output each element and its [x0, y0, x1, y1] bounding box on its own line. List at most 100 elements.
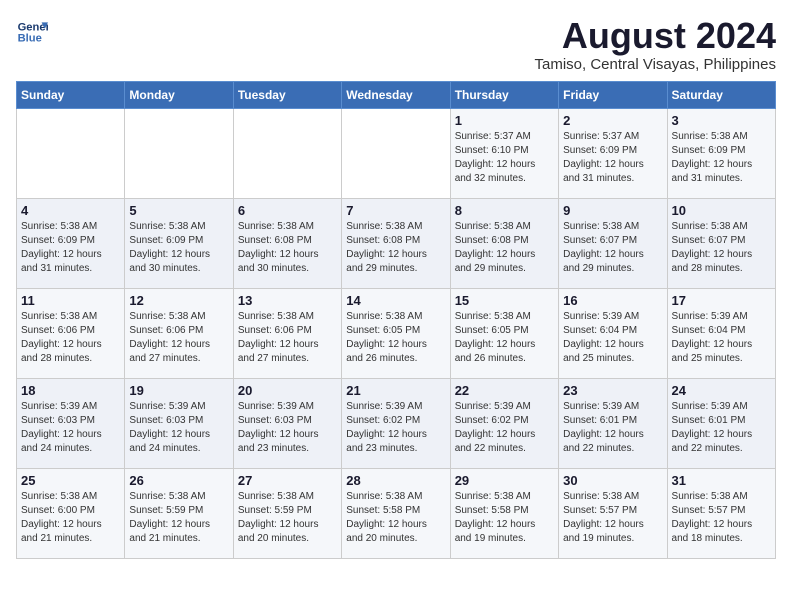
calendar-cell: 22 Sunrise: 5:39 AM Sunset: 6:02 PM Dayli…	[450, 378, 558, 468]
calendar-cell: 1Sunrise: 5:37 AM Sunset: 6:10 PM Daylig…	[450, 108, 558, 198]
day-info: Sunrise: 5:39 AM Sunset: 6:03 PM Dayligh…	[238, 400, 337, 456]
day-number: 23	[563, 383, 662, 398]
calendar-week-row: 18 Sunrise: 5:39 AM Sunset: 6:03 PM Dayli…	[17, 378, 776, 468]
day-info: Sunrise: 5:38 AM Sunset: 6:05 PM Dayligh…	[455, 310, 554, 366]
calendar-cell: 16 Sunrise: 5:39 AM Sunset: 6:04 PM Dayli…	[559, 288, 667, 378]
day-info: Sunrise: 5:39 AM Sunset: 6:04 PM Dayligh…	[672, 310, 771, 366]
day-header-tuesday: Tuesday	[233, 81, 341, 108]
day-number: 12	[129, 293, 228, 308]
day-info: Sunrise: 5:38 AM Sunset: 6:09 PM Dayligh…	[21, 220, 120, 276]
calendar-cell	[125, 108, 233, 198]
calendar-cell: 31Sunrise: 5:38 AM Sunset: 5:57 PM Dayli…	[667, 468, 775, 558]
day-number: 6	[238, 203, 337, 218]
day-info: Sunrise: 5:39 AM Sunset: 6:01 PM Dayligh…	[563, 400, 662, 456]
day-number: 5	[129, 203, 228, 218]
calendar-week-row: 11 Sunrise: 5:38 AM Sunset: 6:06 PM Dayli…	[17, 288, 776, 378]
day-number: 3	[672, 113, 771, 128]
day-info: Sunrise: 5:37 AM Sunset: 6:10 PM Dayligh…	[455, 130, 554, 186]
calendar-cell: 6Sunrise: 5:38 AM Sunset: 6:08 PM Daylig…	[233, 198, 341, 288]
day-number: 24	[672, 383, 771, 398]
title-area: August 2024 Tamiso, Central Visayas, Phi…	[534, 16, 776, 73]
day-number: 16	[563, 293, 662, 308]
day-number: 26	[129, 473, 228, 488]
day-number: 9	[563, 203, 662, 218]
day-header-sunday: Sunday	[17, 81, 125, 108]
day-info: Sunrise: 5:38 AM Sunset: 5:57 PM Dayligh…	[563, 490, 662, 546]
calendar-cell: 21Sunrise: 5:39 AM Sunset: 6:02 PM Dayli…	[342, 378, 450, 468]
calendar-cell: 30 Sunrise: 5:38 AM Sunset: 5:57 PM Dayli…	[559, 468, 667, 558]
calendar-table: SundayMondayTuesdayWednesdayThursdayFrid…	[16, 81, 776, 559]
calendar-cell: 15 Sunrise: 5:38 AM Sunset: 6:05 PM Dayli…	[450, 288, 558, 378]
day-number: 22	[455, 383, 554, 398]
logo: General Blue General Blue	[16, 16, 48, 48]
calendar-cell: 3 Sunrise: 5:38 AM Sunset: 6:09 PM Daylig…	[667, 108, 775, 198]
calendar-header-row: SundayMondayTuesdayWednesdayThursdayFrid…	[17, 81, 776, 108]
day-number: 15	[455, 293, 554, 308]
day-number: 2	[563, 113, 662, 128]
day-number: 30	[563, 473, 662, 488]
calendar-cell: 13Sunrise: 5:38 AM Sunset: 6:06 PM Dayli…	[233, 288, 341, 378]
calendar-cell: 9 Sunrise: 5:38 AM Sunset: 6:07 PM Daylig…	[559, 198, 667, 288]
day-number: 27	[238, 473, 337, 488]
day-header-monday: Monday	[125, 81, 233, 108]
day-info: Sunrise: 5:39 AM Sunset: 6:02 PM Dayligh…	[455, 400, 554, 456]
day-number: 14	[346, 293, 445, 308]
day-number: 17	[672, 293, 771, 308]
day-info: Sunrise: 5:39 AM Sunset: 6:04 PM Dayligh…	[563, 310, 662, 366]
day-number: 20	[238, 383, 337, 398]
day-info: Sunrise: 5:38 AM Sunset: 6:07 PM Dayligh…	[563, 220, 662, 276]
calendar-cell: 7Sunrise: 5:38 AM Sunset: 6:08 PM Daylig…	[342, 198, 450, 288]
calendar-cell: 2 Sunrise: 5:37 AM Sunset: 6:09 PM Daylig…	[559, 108, 667, 198]
location-subtitle: Tamiso, Central Visayas, Philippines	[534, 56, 776, 73]
calendar-cell: 18 Sunrise: 5:39 AM Sunset: 6:03 PM Dayli…	[17, 378, 125, 468]
page-header: General Blue General Blue August 2024 Ta…	[16, 16, 776, 73]
calendar-cell: 10Sunrise: 5:38 AM Sunset: 6:07 PM Dayli…	[667, 198, 775, 288]
day-header-friday: Friday	[559, 81, 667, 108]
day-info: Sunrise: 5:38 AM Sunset: 5:58 PM Dayligh…	[455, 490, 554, 546]
calendar-cell: 5 Sunrise: 5:38 AM Sunset: 6:09 PM Daylig…	[125, 198, 233, 288]
calendar-cell: 26Sunrise: 5:38 AM Sunset: 5:59 PM Dayli…	[125, 468, 233, 558]
day-number: 25	[21, 473, 120, 488]
calendar-cell: 8 Sunrise: 5:38 AM Sunset: 6:08 PM Daylig…	[450, 198, 558, 288]
calendar-cell: 14 Sunrise: 5:38 AM Sunset: 6:05 PM Dayli…	[342, 288, 450, 378]
calendar-cell: 23 Sunrise: 5:39 AM Sunset: 6:01 PM Dayli…	[559, 378, 667, 468]
calendar-cell: 11 Sunrise: 5:38 AM Sunset: 6:06 PM Dayli…	[17, 288, 125, 378]
day-number: 8	[455, 203, 554, 218]
day-info: Sunrise: 5:39 AM Sunset: 6:03 PM Dayligh…	[21, 400, 120, 456]
calendar-cell: 17 Sunrise: 5:39 AM Sunset: 6:04 PM Dayli…	[667, 288, 775, 378]
day-header-wednesday: Wednesday	[342, 81, 450, 108]
day-info: Sunrise: 5:38 AM Sunset: 6:05 PM Dayligh…	[346, 310, 445, 366]
day-number: 29	[455, 473, 554, 488]
day-info: Sunrise: 5:39 AM Sunset: 6:01 PM Dayligh…	[672, 400, 771, 456]
calendar-cell: 20 Sunrise: 5:39 AM Sunset: 6:03 PM Dayli…	[233, 378, 341, 468]
day-info: Sunrise: 5:38 AM Sunset: 6:00 PM Dayligh…	[21, 490, 120, 546]
svg-text:Blue: Blue	[18, 33, 42, 45]
day-info: Sunrise: 5:38 AM Sunset: 6:07 PM Dayligh…	[672, 220, 771, 276]
day-info: Sunrise: 5:38 AM Sunset: 6:08 PM Dayligh…	[346, 220, 445, 276]
calendar-cell: 25 Sunrise: 5:38 AM Sunset: 6:00 PM Dayli…	[17, 468, 125, 558]
calendar-cell: 29 Sunrise: 5:38 AM Sunset: 5:58 PM Dayli…	[450, 468, 558, 558]
calendar-cell: 24 Sunrise: 5:39 AM Sunset: 6:01 PM Dayli…	[667, 378, 775, 468]
day-info: Sunrise: 5:37 AM Sunset: 6:09 PM Dayligh…	[563, 130, 662, 186]
calendar-cell	[17, 108, 125, 198]
calendar-cell: 28Sunrise: 5:38 AM Sunset: 5:58 PM Dayli…	[342, 468, 450, 558]
day-number: 19	[129, 383, 228, 398]
calendar-cell: 19Sunrise: 5:39 AM Sunset: 6:03 PM Dayli…	[125, 378, 233, 468]
day-info: Sunrise: 5:38 AM Sunset: 6:09 PM Dayligh…	[672, 130, 771, 186]
day-number: 31	[672, 473, 771, 488]
day-number: 11	[21, 293, 120, 308]
calendar-week-row: 25 Sunrise: 5:38 AM Sunset: 6:00 PM Dayli…	[17, 468, 776, 558]
calendar-week-row: 4 Sunrise: 5:38 AM Sunset: 6:09 PM Daylig…	[17, 198, 776, 288]
day-number: 4	[21, 203, 120, 218]
day-header-thursday: Thursday	[450, 81, 558, 108]
calendar-cell: 27Sunrise: 5:38 AM Sunset: 5:59 PM Dayli…	[233, 468, 341, 558]
day-info: Sunrise: 5:39 AM Sunset: 6:02 PM Dayligh…	[346, 400, 445, 456]
day-info: Sunrise: 5:38 AM Sunset: 6:08 PM Dayligh…	[455, 220, 554, 276]
day-info: Sunrise: 5:38 AM Sunset: 6:06 PM Dayligh…	[21, 310, 120, 366]
day-number: 18	[21, 383, 120, 398]
calendar-cell	[233, 108, 341, 198]
day-number: 13	[238, 293, 337, 308]
day-number: 28	[346, 473, 445, 488]
calendar-cell	[342, 108, 450, 198]
day-info: Sunrise: 5:38 AM Sunset: 6:09 PM Dayligh…	[129, 220, 228, 276]
